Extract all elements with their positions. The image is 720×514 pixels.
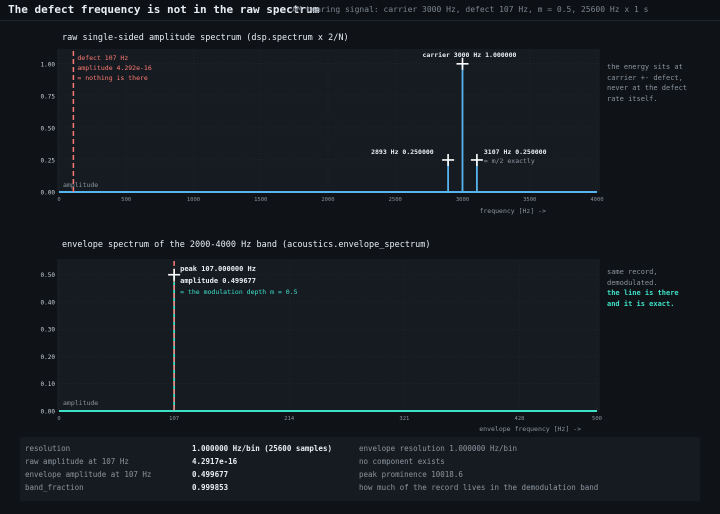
stats-key: envelope amplitude at 107 Hz xyxy=(25,470,152,479)
x-axis-label: envelope frequency [Hz] -> xyxy=(479,425,581,433)
x-tick-label: 3000 xyxy=(456,197,469,203)
y-tick-label: 0.50 xyxy=(41,272,56,279)
stats-value: 0.499677 xyxy=(192,470,229,479)
x-tick-label: 3500 xyxy=(523,197,536,203)
x-tick-label: 0 xyxy=(57,197,60,203)
y-tick-label: 0.50 xyxy=(41,125,56,132)
x-tick-label: 214 xyxy=(284,416,295,422)
side-note-line: rate itself. xyxy=(607,94,658,103)
y-tick-label: 0.30 xyxy=(41,327,56,334)
envelope-spectrum-side-note: same record, demodulated. the line is th… xyxy=(607,267,679,309)
y-tick-label: 0.00 xyxy=(41,409,56,416)
side-note-line: same record, xyxy=(607,268,658,276)
side-note-line: demodulated. xyxy=(607,278,658,287)
stats-note: no component exists xyxy=(359,457,445,466)
envelope-spectrum-plot-bg xyxy=(57,259,600,411)
x-tick-label: 1500 xyxy=(254,197,267,203)
y-tick-label: 0.25 xyxy=(41,157,56,164)
x-axis-label: frequency [Hz] -> xyxy=(479,207,546,215)
y-tick-label: 0.40 xyxy=(41,299,56,306)
stats-key: raw amplitude at 107 Hz xyxy=(25,457,129,466)
stats-key: resolution xyxy=(25,444,71,453)
stats-table: resolution 1.000000 Hz/bin (25600 sample… xyxy=(20,437,700,501)
x-tick-label: 428 xyxy=(515,416,525,422)
x-tick-label: 500 xyxy=(121,197,131,203)
page-subtitle: AM bearing signal: carrier 3000 Hz, defe… xyxy=(292,5,649,14)
side-note-highlight: the line is there xyxy=(607,289,679,297)
y-tick-label: 0.10 xyxy=(41,381,56,388)
x-tick-label: 1000 xyxy=(187,197,200,203)
y-tick-label: 0.20 xyxy=(41,354,56,361)
stats-row: band_fraction 0.999853 how much of the r… xyxy=(20,483,700,496)
stats-note: envelope resolution 1.000000 Hz/bin xyxy=(359,444,518,453)
side-note-line: carrier +- defect, xyxy=(607,73,683,82)
x-tick-label: 0 xyxy=(57,416,60,422)
stats-row: raw amplitude at 107 Hz 4.2917e-16 no co… xyxy=(20,457,700,470)
stats-value: 1.000000 Hz/bin (25600 samples) xyxy=(192,444,332,453)
side-note-highlight: and it is exact. xyxy=(607,299,675,308)
x-tick-label: 2500 xyxy=(389,197,402,203)
page-title: The defect frequency is not in the raw s… xyxy=(8,3,320,16)
y-tick-label: 0.00 xyxy=(41,190,56,197)
x-tick-label: 500 xyxy=(592,416,602,422)
stats-row: resolution 1.000000 Hz/bin (25600 sample… xyxy=(20,444,700,457)
stats-key: band_fraction xyxy=(25,483,84,492)
raw-spectrum-plot-bg xyxy=(57,49,600,193)
y-tick-label: 1.00 xyxy=(41,61,56,68)
raw-spectrum-title: raw single-sided amplitude spectrum (dsp… xyxy=(62,33,349,43)
stats-row: envelope amplitude at 107 Hz 0.499677 pe… xyxy=(20,470,700,483)
raw-spectrum-side-note: the energy sits at carrier +- defect, ne… xyxy=(607,62,687,104)
envelope-spectrum-title: envelope spectrum of the 2000-4000 Hz ba… xyxy=(62,240,431,250)
stats-note: peak prominence 10018.6 xyxy=(359,470,463,479)
y-tick-label: 0.75 xyxy=(41,93,56,100)
stats-note: how much of the record lives in the demo… xyxy=(359,483,599,492)
side-note-line: the energy sits at xyxy=(607,63,683,71)
side-note-line: never at the defect xyxy=(607,84,688,92)
header-bar: The defect frequency is not in the raw s… xyxy=(0,0,720,21)
x-tick-label: 321 xyxy=(399,416,409,422)
x-tick-label: 107 xyxy=(169,416,179,422)
stats-value: 0.999853 xyxy=(192,483,229,492)
stats-value: 4.2917e-16 xyxy=(192,457,238,466)
x-tick-label: 4000 xyxy=(590,197,603,203)
x-tick-label: 2000 xyxy=(321,197,334,203)
